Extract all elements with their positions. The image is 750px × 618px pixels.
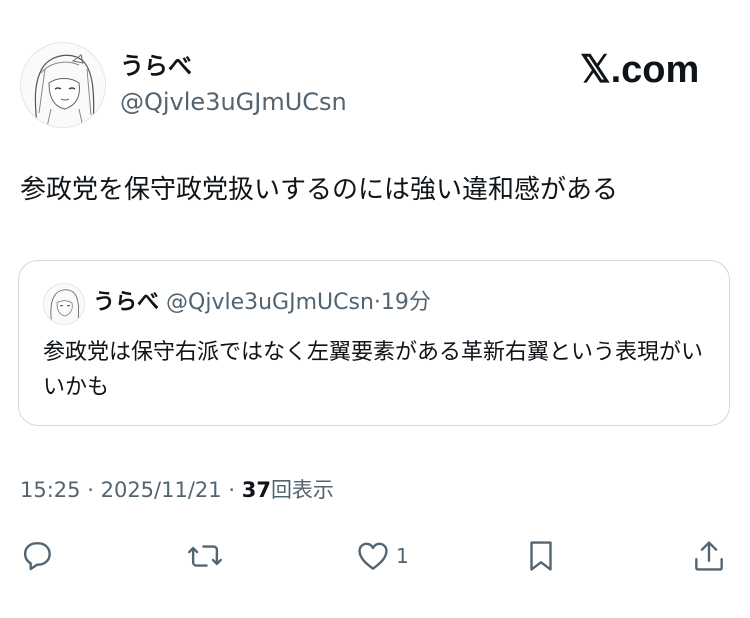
author-avatar[interactable] [20,42,106,128]
views-count: 37 [241,478,271,502]
post-time[interactable]: 15:25 [20,478,81,502]
quoted-author-handle: @Qjvle3uGJmUCsn [166,290,374,315]
author-handle[interactable]: @Qjvle3uGJmUCsn [120,86,347,118]
quoted-post-card[interactable]: うらべ @Qjvle3uGJmUCsn·19分 参政党は保守右派ではなく左翼要素… [18,260,730,426]
avatar-illustration [50,289,79,324]
separator-dot: · [228,478,236,502]
author-display-name[interactable]: うらべ [120,50,192,82]
post-date[interactable]: 2025/11/21 [101,478,222,502]
post-text: 参政党を保守政党扱いするのには強い違和感がある [20,175,619,205]
like-icon [358,542,388,570]
share-button[interactable] [690,536,728,576]
separator-dot: · [87,478,94,502]
like-count: 1 [396,544,409,568]
views-label: 回表示 [270,478,334,502]
repost-button[interactable] [186,536,224,576]
post-metadata: 15:25 · 2025/11/21 · 37回表示 [20,474,334,506]
quoted-author-name: うらべ [93,290,160,315]
action-bar: 1 [0,532,750,580]
repost-icon [187,545,223,567]
avatar-illustration [34,54,95,127]
quoted-post-text: 参政党は保守右派ではなく左翼要素がある革新右翼という表現がいいかも [43,340,704,400]
quoted-author-avatar [43,283,85,325]
like-button[interactable]: 1 [354,536,409,576]
x-logo: 𝕏.com [580,49,700,91]
separator-dot: · [373,290,381,315]
reply-button[interactable] [18,536,56,576]
quoted-post-header: うらべ @Qjvle3uGJmUCsn·19分 [93,288,431,318]
bookmark-icon [530,541,552,571]
reply-icon [23,542,51,571]
quoted-post-age: 19分 [380,290,431,315]
bookmark-button[interactable] [522,536,560,576]
share-icon [695,541,723,571]
